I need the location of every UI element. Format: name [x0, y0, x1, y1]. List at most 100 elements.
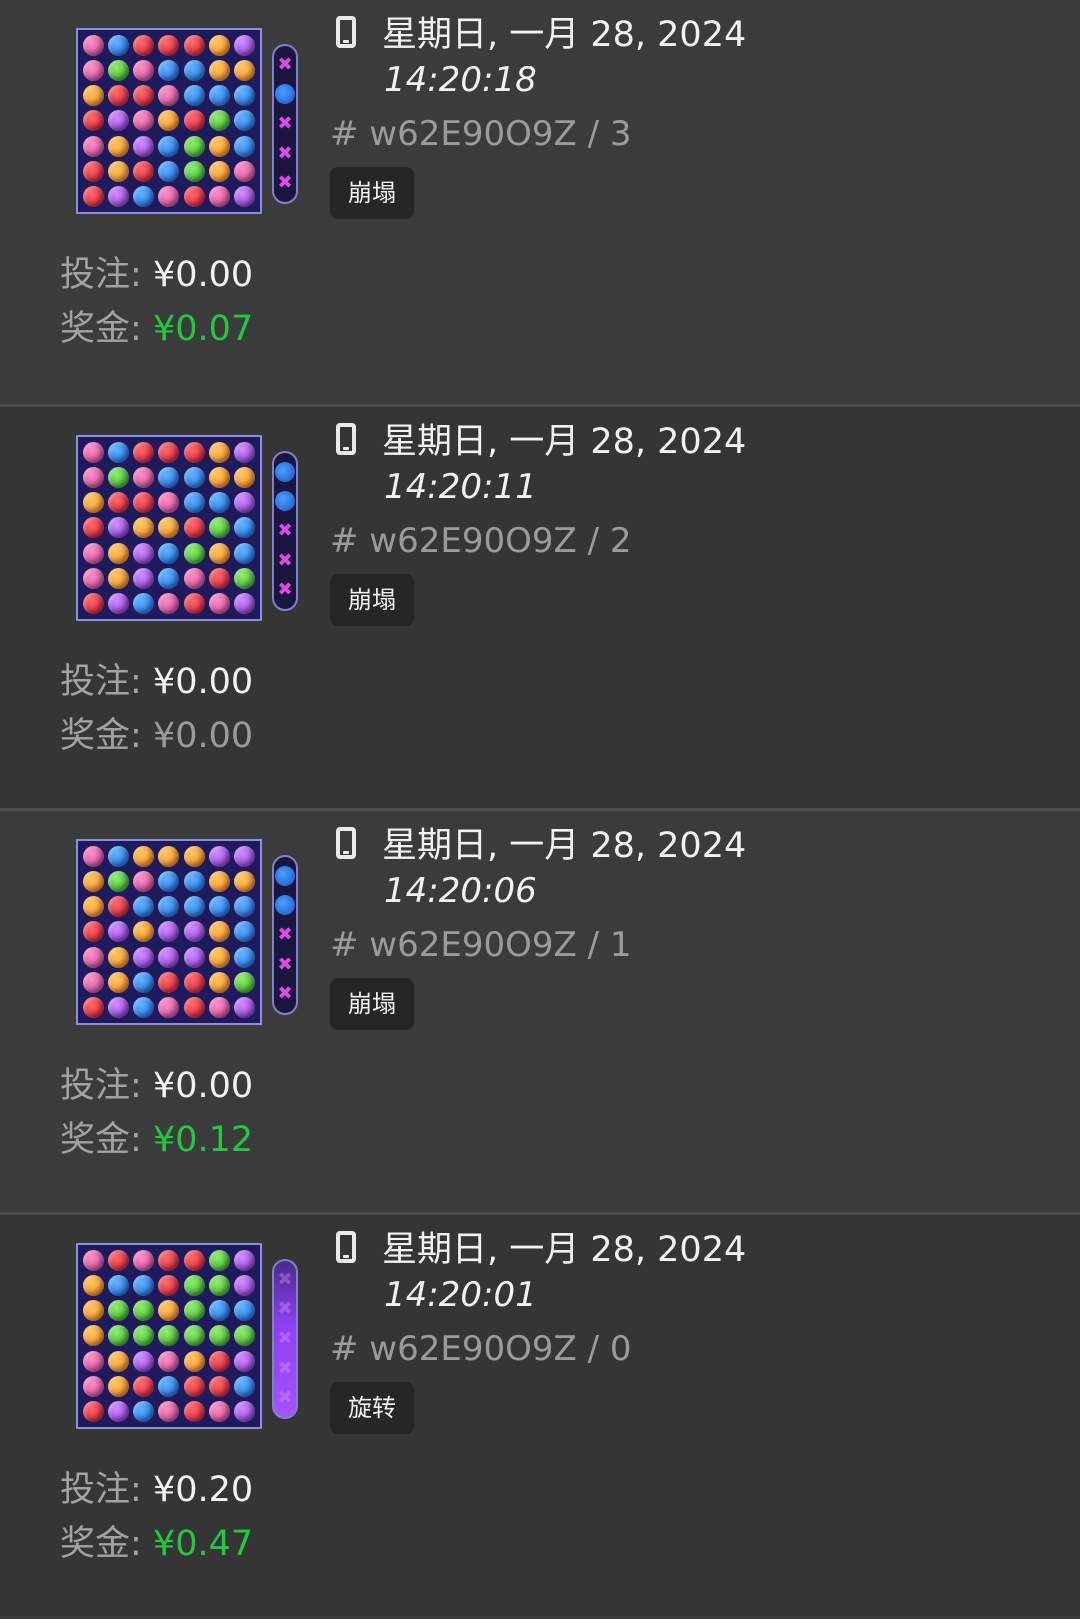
multiplier-cross-icon: ✖: [277, 549, 293, 571]
symbol-grid: [76, 1243, 262, 1429]
bet-amount-row: 投注: ¥0.00: [60, 653, 253, 704]
fruit-symbol-icon: [209, 542, 231, 564]
win-amount-row: 奖金: ¥0.00: [60, 707, 253, 758]
win-amount-row: 奖金: ¥0.47: [60, 1515, 253, 1566]
game-result-thumbnail[interactable]: ✖ ✖ ✖ ✖ ✖: [76, 1243, 302, 1433]
fruit-symbol-icon: [209, 1376, 231, 1398]
fruit-symbol-icon: [133, 135, 155, 157]
game-result-thumbnail[interactable]: ● ● ✖ ✖ ✖: [76, 839, 302, 1029]
fruit-symbol-icon: [183, 972, 205, 994]
fruit-symbol-icon: [82, 492, 104, 514]
fruit-symbol-icon: [82, 161, 104, 183]
history-entry[interactable]: ● ● ✖ ✖ ✖ 星期日, 一月 28, 2024 14:20:11 # w6…: [0, 404, 1080, 808]
fruit-symbol-icon: [209, 1249, 231, 1271]
fruit-symbol-icon: [82, 517, 104, 539]
bet-label: 投注:: [60, 255, 142, 295]
smartphone-icon: [336, 423, 356, 455]
game-result-thumbnail[interactable]: ✖ ● ✖ ✖ ✖: [76, 28, 302, 218]
history-entry[interactable]: ✖ ● ✖ ✖ ✖ 星期日, 一月 28, 2024 14:20:18 # w6…: [0, 0, 1080, 404]
fruit-symbol-icon: [158, 186, 180, 208]
fruit-symbol-icon: [234, 110, 256, 132]
fruit-symbol-icon: [133, 1274, 155, 1296]
fruit-symbol-icon: [133, 1376, 155, 1398]
fruit-symbol-icon: [82, 34, 104, 56]
fruit-symbol-icon: [158, 542, 180, 564]
fruit-symbol-icon: [209, 186, 231, 208]
smartphone-icon: [336, 1231, 356, 1263]
bet-label: 投注:: [60, 1066, 142, 1106]
fruit-symbol-icon: [183, 997, 205, 1019]
fruit-symbol-icon: [234, 1325, 256, 1347]
fruit-symbol-icon: [234, 896, 256, 918]
fruit-symbol-icon: [133, 845, 155, 867]
fruit-symbol-icon: [133, 1249, 155, 1271]
fruit-symbol-icon: [133, 997, 155, 1019]
fruit-symbol-icon: [209, 1300, 231, 1322]
fruit-symbol-icon: [183, 85, 205, 107]
fruit-symbol-icon: [158, 59, 180, 81]
smartphone-icon: [336, 827, 356, 859]
game-result-thumbnail[interactable]: ● ● ✖ ✖ ✖: [76, 435, 302, 625]
win-amount-row: 奖金: ¥0.07: [60, 300, 253, 351]
fruit-symbol-icon: [158, 441, 180, 463]
fruit-symbol-icon: [234, 972, 256, 994]
fruit-symbol-icon: [82, 542, 104, 564]
fruit-symbol-icon: [107, 1300, 129, 1322]
fruit-symbol-icon: [158, 110, 180, 132]
fruit-symbol-icon: [183, 1325, 205, 1347]
fruit-symbol-icon: [133, 441, 155, 463]
bet-value: ¥0.20: [152, 1470, 254, 1510]
fruit-symbol-icon: [234, 921, 256, 943]
fruit-symbol-icon: [158, 568, 180, 590]
fruit-symbol-icon: [209, 161, 231, 183]
fruit-symbol-icon: [82, 85, 104, 107]
fruit-symbol-icon: [183, 161, 205, 183]
fruit-symbol-icon: [158, 1325, 180, 1347]
fruit-symbol-icon: [209, 34, 231, 56]
fruit-symbol-icon: [107, 896, 129, 918]
fruit-symbol-icon: [234, 1350, 256, 1372]
fruit-symbol-icon: [107, 1376, 129, 1398]
fruit-symbol-icon: [82, 568, 104, 590]
win-value: ¥0.00: [152, 716, 254, 756]
fruit-symbol-icon: [133, 593, 155, 615]
fruit-symbol-icon: [183, 896, 205, 918]
fruit-symbol-icon: [234, 85, 256, 107]
fruit-symbol-icon: [107, 161, 129, 183]
round-type-badge: 崩塌: [330, 574, 414, 626]
fruit-symbol-icon: [158, 896, 180, 918]
fruit-symbol-icon: [107, 593, 129, 615]
fruit-symbol-icon: [107, 845, 129, 867]
multiplier-meter: ● ● ✖ ✖ ✖: [272, 451, 298, 611]
fruit-symbol-icon: [183, 542, 205, 564]
fruit-symbol-icon: [107, 1325, 129, 1347]
fruit-symbol-icon: [107, 921, 129, 943]
fruit-symbol-icon: [183, 492, 205, 514]
fruit-symbol-icon: [234, 997, 256, 1019]
fruit-symbol-icon: [82, 921, 104, 943]
entry-date: 星期日, 一月 28, 2024: [382, 422, 747, 462]
fruit-symbol-icon: [82, 466, 104, 488]
fruit-symbol-icon: [183, 593, 205, 615]
history-entry[interactable]: ● ● ✖ ✖ ✖ 星期日, 一月 28, 2024 14:20:06 # w6…: [0, 808, 1080, 1212]
round-type-badge: 崩塌: [330, 167, 414, 219]
fruit-symbol-icon: [209, 921, 231, 943]
symbol-grid: [76, 839, 262, 1025]
entry-time: 14:20:11: [384, 467, 537, 507]
fruit-symbol-icon: [133, 1350, 155, 1372]
fruit-symbol-icon: [234, 542, 256, 564]
win-label: 奖金:: [60, 1120, 142, 1160]
symbol-grid: [76, 435, 262, 621]
fruit-symbol-icon: [209, 870, 231, 892]
fruit-symbol-icon: [183, 1249, 205, 1271]
fruit-symbol-icon: [234, 1249, 256, 1271]
history-entry[interactable]: ✖ ✖ ✖ ✖ ✖ 星期日, 一月 28, 2024 14:20:01 # w6…: [0, 1212, 1080, 1616]
round-id: # w62E90O9Z / 3: [330, 114, 632, 154]
multiplier-orb-icon: ●: [275, 461, 295, 482]
entry-time: 14:20:01: [384, 1275, 537, 1315]
multiplier-cross-icon: ✖: [277, 53, 293, 75]
multiplier-cross-icon: ✖: [277, 142, 293, 164]
fruit-symbol-icon: [209, 972, 231, 994]
fruit-symbol-icon: [234, 1274, 256, 1296]
fruit-symbol-icon: [107, 441, 129, 463]
